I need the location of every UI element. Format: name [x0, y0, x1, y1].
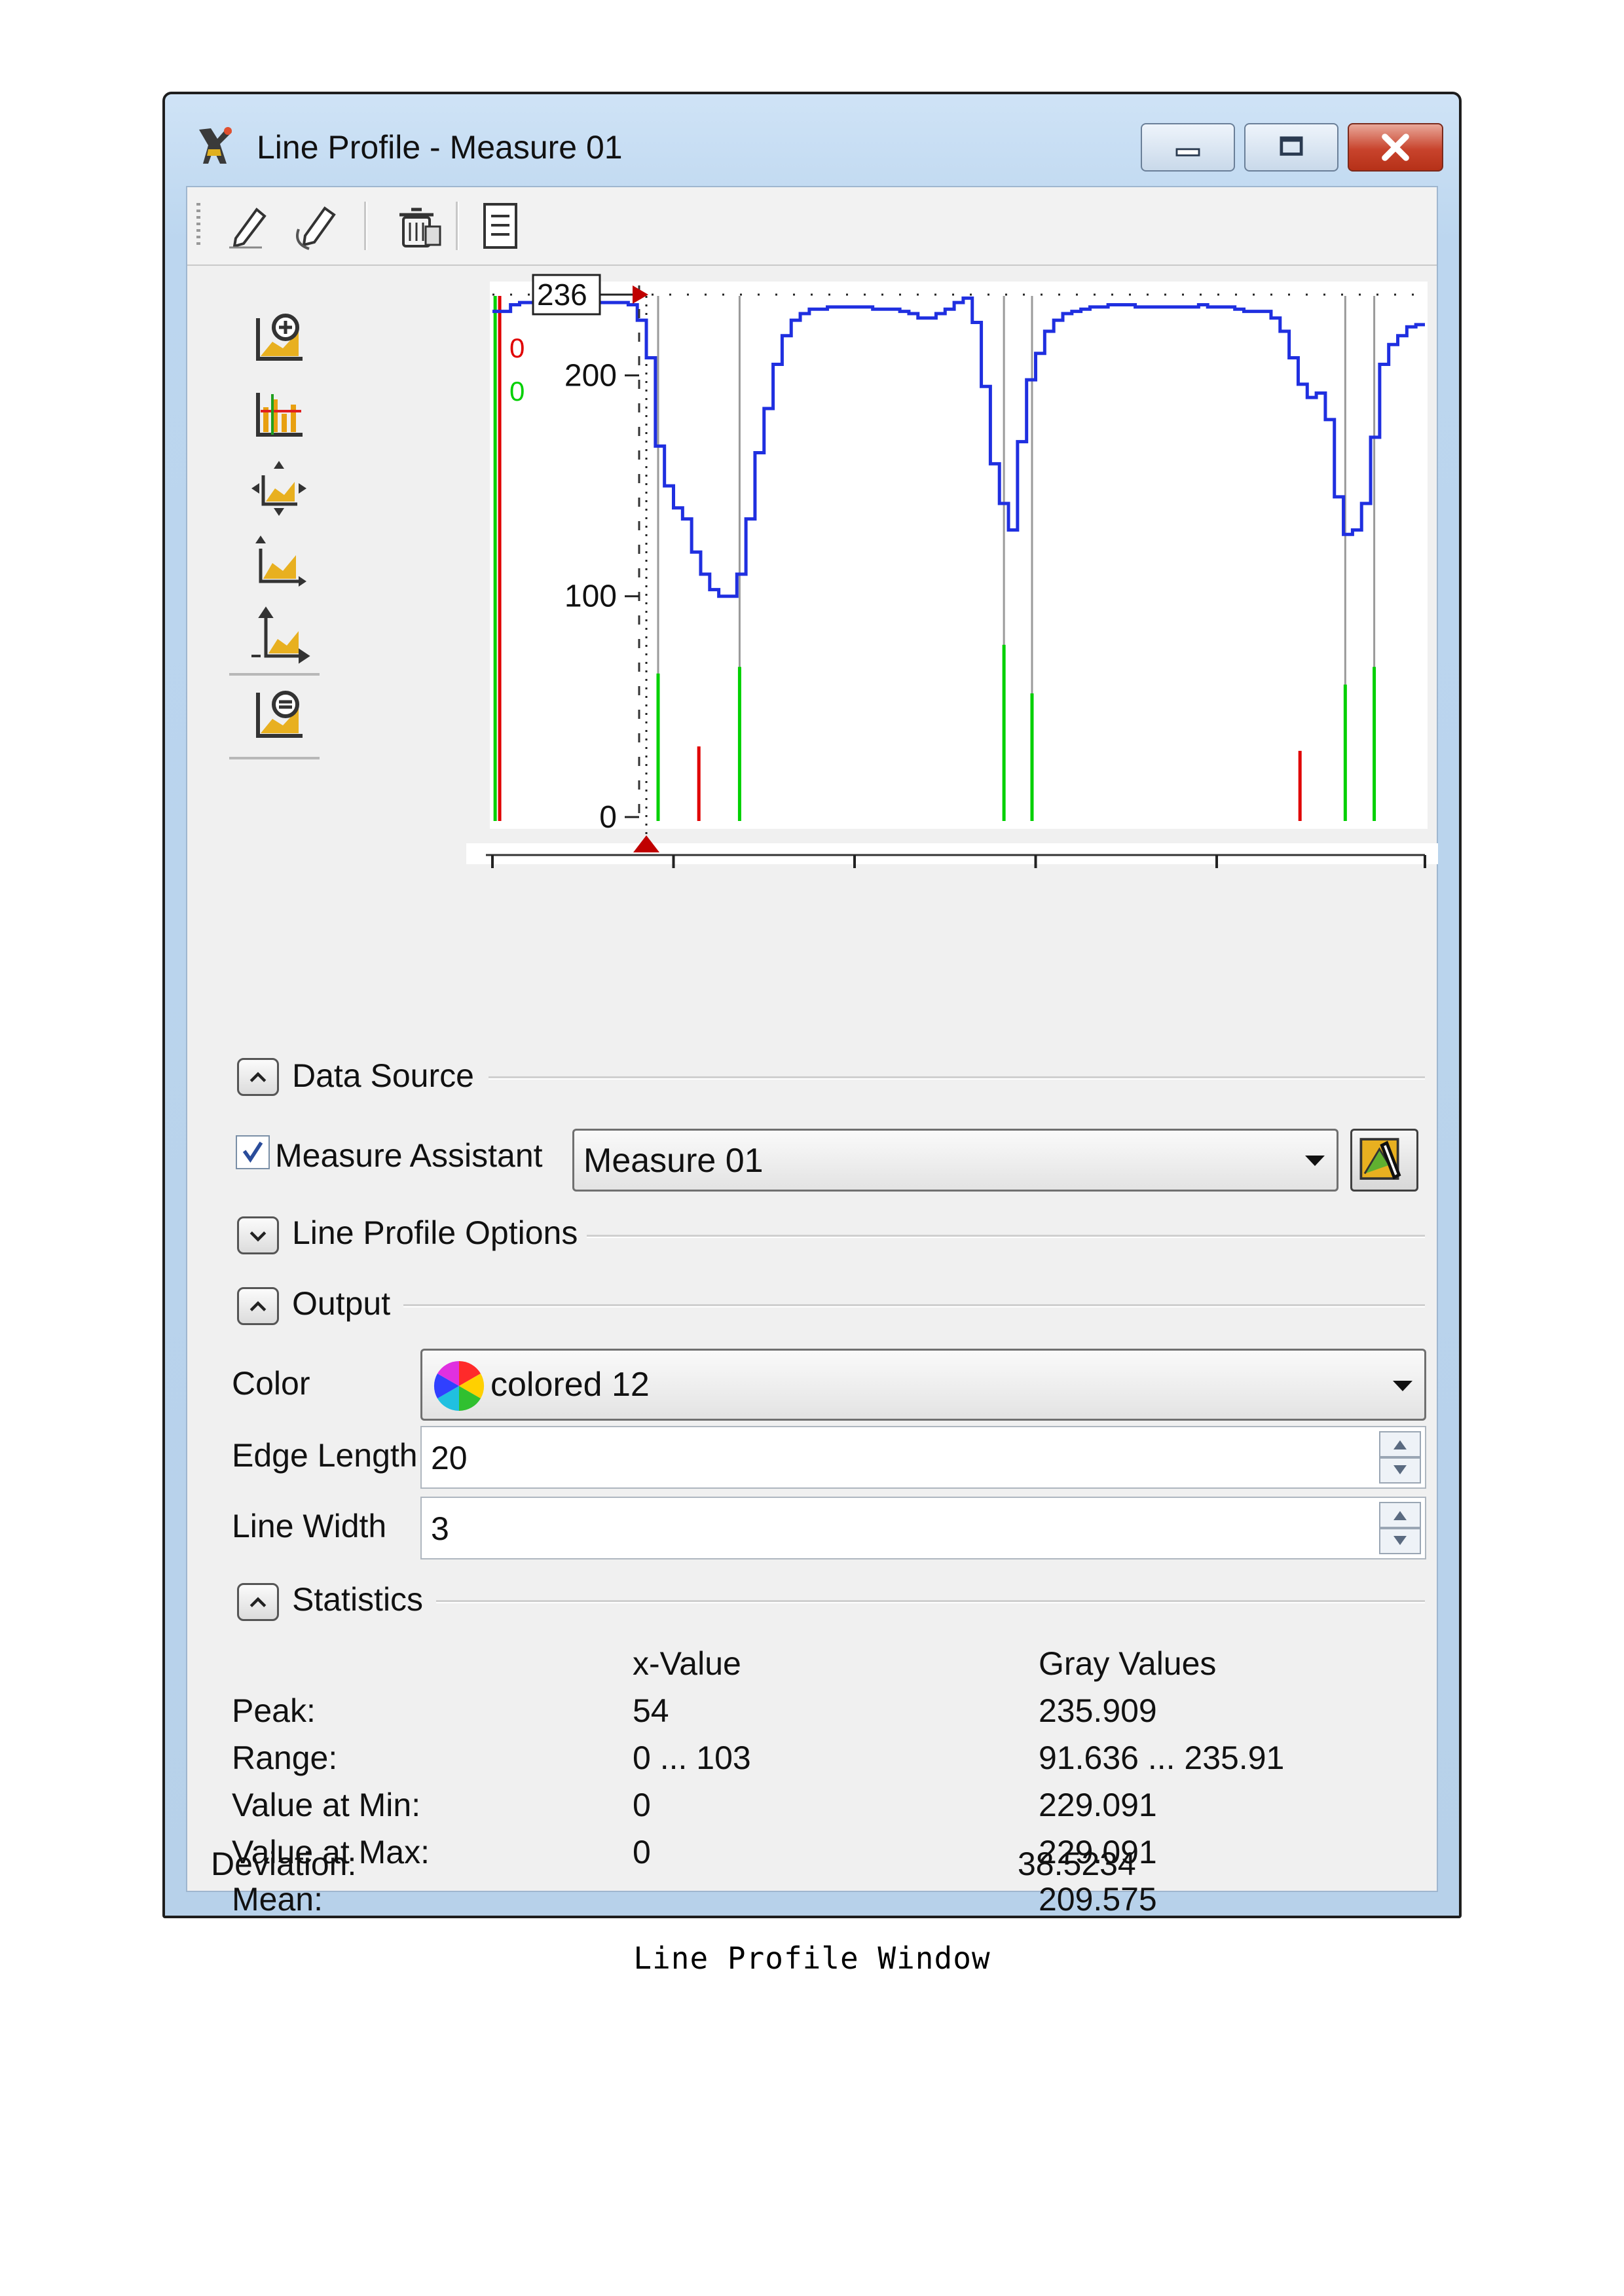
edge-label: 0	[509, 376, 525, 407]
edge-label: 0	[509, 333, 525, 363]
window-client: 00010020023602040608010317 Data Source M…	[186, 186, 1439, 1918]
close-icon	[1382, 134, 1409, 161]
edge-length-input[interactable]: 20	[420, 1426, 1426, 1489]
stat-x-value: 0 ... 103	[633, 1740, 751, 1776]
output-header: Output	[292, 1285, 391, 1322]
edge-length-value: 20	[431, 1440, 468, 1476]
minimize-button[interactable]	[1141, 123, 1235, 172]
stat-gray-value: 229.091	[1039, 1787, 1157, 1823]
data-source-toggle[interactable]	[237, 1058, 279, 1096]
line-profile-window: Line Profile - Measure 01 0 0 0 100 200 …	[162, 92, 1462, 1918]
line-width-input[interactable]: 3	[420, 1497, 1426, 1559]
stat-x-value: 0	[633, 1834, 651, 1870]
chevron-up-icon	[249, 1072, 267, 1082]
maximize-icon	[1280, 136, 1303, 156]
stat-label: Value at Min:	[232, 1787, 421, 1823]
app-icon	[199, 127, 232, 164]
color-select[interactable]: colored 12	[420, 1349, 1426, 1421]
measure-select-value: Measure 01	[583, 1142, 764, 1180]
y-max-label: 236	[537, 278, 587, 312]
spin-arrows-icon[interactable]	[1379, 1431, 1421, 1484]
measure-select[interactable]: Measure 01	[572, 1129, 1338, 1192]
plot-area	[490, 282, 1428, 829]
chevron-down-icon	[249, 1231, 267, 1242]
stat-label: Peak:	[232, 1692, 316, 1729]
chevron-up-icon	[249, 1597, 267, 1607]
statistics-header: Statistics	[292, 1581, 424, 1618]
measure-pick-icon	[1359, 1138, 1401, 1180]
stat-col-gray-header: Gray Values	[1039, 1645, 1217, 1682]
statistics-toggle[interactable]	[237, 1583, 279, 1621]
measure-pick-button[interactable]	[1350, 1129, 1418, 1192]
stat-label: Mean:	[232, 1881, 323, 1918]
stat-x-value: 0	[633, 1787, 651, 1823]
stat-gray-value: 38.5234	[1018, 1846, 1136, 1882]
color-label: Color	[232, 1365, 310, 1402]
close-button[interactable]	[1348, 123, 1443, 172]
output-toggle[interactable]	[237, 1287, 279, 1325]
stat-gray-value: 209.575	[1039, 1881, 1157, 1918]
title-bar[interactable]: Line Profile - Measure 01	[179, 117, 1443, 175]
line-profile-options-toggle[interactable]	[237, 1216, 279, 1254]
color-select-value: colored 12	[490, 1366, 650, 1404]
spin-arrows-icon[interactable]	[1379, 1502, 1421, 1554]
line-profile-options-header: Line Profile Options	[292, 1214, 578, 1251]
measure-assistant-checkbox[interactable]	[236, 1135, 270, 1169]
measure-assistant-label[interactable]: Measure Assistant	[275, 1137, 543, 1175]
y-tick-label: 0	[599, 800, 617, 835]
maximize-button[interactable]	[1244, 123, 1338, 172]
section-divider	[587, 1235, 1425, 1238]
line-width-label: Line Width	[232, 1508, 387, 1544]
chevron-down-icon	[1305, 1156, 1325, 1166]
stat-col-x-header: x-Value	[633, 1645, 741, 1682]
section-divider	[436, 1600, 1425, 1603]
section-divider	[489, 1076, 1425, 1080]
chevron-up-icon	[249, 1301, 267, 1311]
stat-label: Range:	[232, 1740, 338, 1776]
minimize-icon	[1175, 148, 1200, 156]
edge-length-label: Edge Length	[232, 1437, 418, 1474]
line-width-value: 3	[431, 1510, 449, 1547]
stat-gray-value: 235.909	[1039, 1692, 1157, 1729]
color-wheel-icon	[434, 1361, 485, 1411]
checkmark-icon	[242, 1141, 263, 1163]
window-title: Line Profile - Measure 01	[257, 129, 623, 166]
stat-gray-value: 91.636 ... 235.91	[1039, 1740, 1285, 1776]
x-axis-strip	[466, 843, 1438, 864]
data-source-header: Data Source	[292, 1057, 474, 1094]
stat-x-value: 54	[633, 1692, 669, 1729]
figure-caption: Line Profile Window	[633, 1941, 991, 1976]
y-tick-label: 100	[564, 579, 617, 614]
section-divider	[403, 1304, 1425, 1307]
line-profile-chart[interactable]: 00010020023602040608010317	[187, 187, 1439, 868]
y-tick-label: 200	[564, 358, 617, 393]
stat-label: Deviation:	[211, 1846, 357, 1882]
chevron-down-icon	[1393, 1381, 1412, 1391]
